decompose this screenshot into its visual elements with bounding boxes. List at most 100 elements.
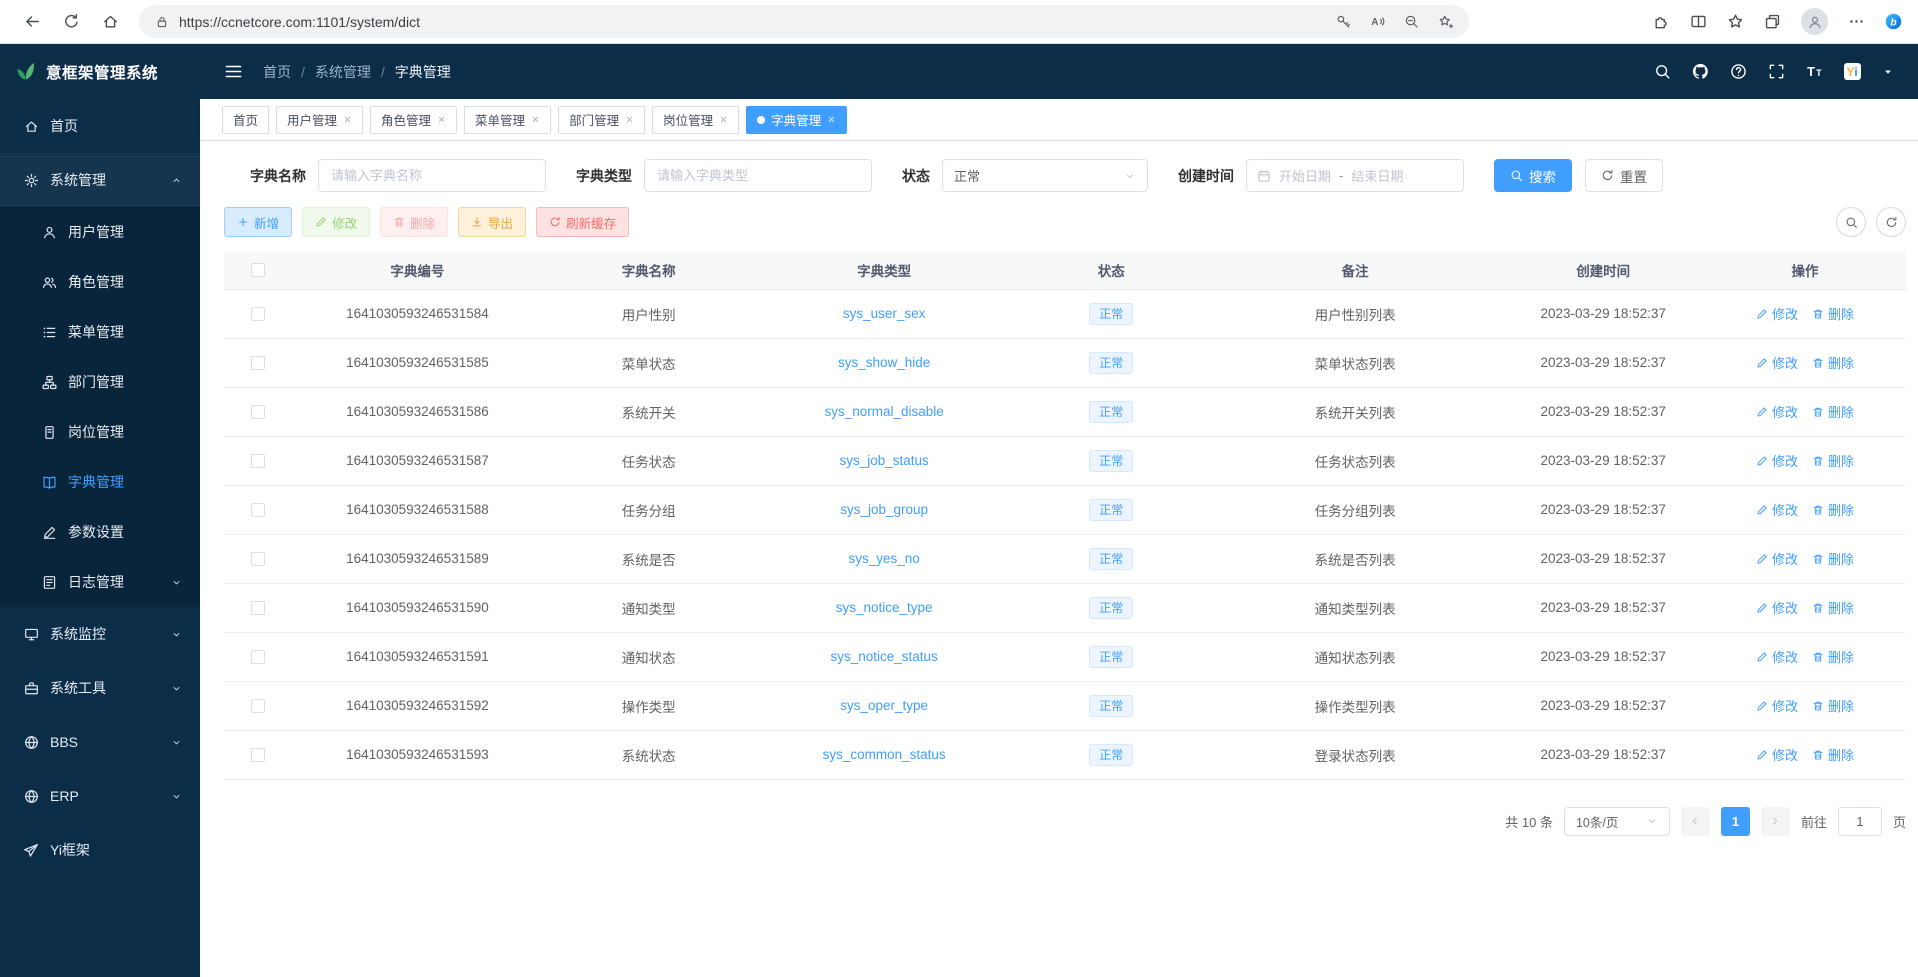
- collections-icon[interactable]: [1764, 13, 1781, 30]
- row-edit-link[interactable]: 修改: [1756, 549, 1798, 568]
- tab-dept[interactable]: 部门管理: [558, 106, 645, 134]
- split-screen-icon[interactable]: [1690, 13, 1707, 30]
- prev-page-button[interactable]: [1681, 807, 1710, 836]
- toggle-search-button[interactable]: [1836, 207, 1866, 237]
- dict-type-link[interactable]: sys_job_status: [840, 453, 929, 468]
- row-edit-link[interactable]: 修改: [1756, 353, 1798, 372]
- sidebar-item-user-management[interactable]: 用户管理: [0, 207, 200, 257]
- sidebar-item-post-management[interactable]: 岗位管理: [0, 407, 200, 457]
- dict-type-link[interactable]: sys_user_sex: [843, 306, 926, 321]
- dict-name-input[interactable]: [318, 159, 546, 192]
- dict-type-link[interactable]: sys_common_status: [823, 747, 946, 762]
- row-edit-link[interactable]: 修改: [1756, 500, 1798, 519]
- sidebar-item-dept-management[interactable]: 部门管理: [0, 357, 200, 407]
- tab-menu[interactable]: 菜单管理: [464, 106, 551, 134]
- row-checkbox[interactable]: [251, 650, 265, 664]
- export-button[interactable]: 导出: [458, 207, 526, 237]
- extensions-icon[interactable]: [1653, 13, 1670, 30]
- tab-close-icon[interactable]: [719, 115, 728, 124]
- password-manager-icon[interactable]: [1336, 14, 1351, 29]
- tab-close-icon[interactable]: [531, 115, 540, 124]
- row-checkbox[interactable]: [251, 356, 265, 370]
- dict-type-input[interactable]: [644, 159, 872, 192]
- tab-close-icon[interactable]: [437, 115, 446, 124]
- dict-type-link[interactable]: sys_normal_disable: [825, 404, 944, 419]
- sidebar-item-role-management[interactable]: 角色管理: [0, 257, 200, 307]
- search-button[interactable]: 搜索: [1494, 159, 1572, 192]
- refresh-cache-button[interactable]: 刷新缓存: [536, 207, 629, 237]
- row-checkbox[interactable]: [251, 552, 265, 566]
- dict-type-link[interactable]: sys_yes_no: [849, 551, 920, 566]
- row-delete-link[interactable]: 删除: [1812, 451, 1854, 470]
- row-edit-link[interactable]: 修改: [1756, 402, 1798, 421]
- font-size-icon[interactable]: TT: [1806, 63, 1823, 80]
- page-size-select[interactable]: 10条/页: [1564, 807, 1670, 836]
- row-checkbox[interactable]: [251, 405, 265, 419]
- dict-type-link[interactable]: sys_job_group: [840, 502, 928, 517]
- row-edit-link[interactable]: 修改: [1756, 304, 1798, 323]
- sidebar-item-dict-management[interactable]: 字典管理: [0, 457, 200, 507]
- tab-role[interactable]: 角色管理: [370, 106, 457, 134]
- sidebar-item-log-management[interactable]: 日志管理: [0, 557, 200, 607]
- user-avatar[interactable]: Yi: [1844, 63, 1861, 80]
- sidebar-item-yi-framework[interactable]: Yi框架: [0, 823, 200, 877]
- tab-close-icon[interactable]: [625, 115, 634, 124]
- tab-dict[interactable]: 字典管理: [746, 106, 847, 134]
- add-favorite-icon[interactable]: [1438, 14, 1453, 29]
- row-delete-link[interactable]: 删除: [1812, 647, 1854, 666]
- next-page-button[interactable]: [1761, 807, 1790, 836]
- edit-button[interactable]: 修改: [302, 207, 370, 237]
- dict-type-link[interactable]: sys_notice_status: [831, 649, 938, 664]
- sidebar-item-param-settings[interactable]: 参数设置: [0, 507, 200, 557]
- sidebar-item-erp[interactable]: ERP: [0, 769, 200, 823]
- sidebar-item-system-tools[interactable]: 系统工具: [0, 661, 200, 715]
- reset-button[interactable]: 重置: [1585, 159, 1663, 192]
- browser-back-button[interactable]: [14, 4, 51, 40]
- tab-home[interactable]: 首页: [222, 106, 269, 134]
- row-delete-link[interactable]: 删除: [1812, 696, 1854, 715]
- row-delete-link[interactable]: 删除: [1812, 745, 1854, 764]
- row-edit-link[interactable]: 修改: [1756, 647, 1798, 666]
- row-checkbox[interactable]: [251, 748, 265, 762]
- goto-page-input[interactable]: [1838, 807, 1882, 836]
- help-icon[interactable]: [1730, 63, 1747, 80]
- row-delete-link[interactable]: 删除: [1812, 500, 1854, 519]
- select-all-checkbox[interactable]: [251, 263, 265, 277]
- row-checkbox[interactable]: [251, 454, 265, 468]
- browser-profile-avatar[interactable]: [1801, 8, 1828, 35]
- sidebar-item-system-management[interactable]: 系统管理: [0, 153, 200, 207]
- delete-button[interactable]: 删除: [380, 207, 448, 237]
- row-delete-link[interactable]: 删除: [1812, 353, 1854, 372]
- row-edit-link[interactable]: 修改: [1756, 696, 1798, 715]
- row-checkbox[interactable]: [251, 699, 265, 713]
- sidebar-toggle-icon[interactable]: [224, 62, 243, 81]
- navbar-search-icon[interactable]: [1654, 63, 1671, 80]
- row-edit-link[interactable]: 修改: [1756, 598, 1798, 617]
- tab-user[interactable]: 用户管理: [276, 106, 363, 134]
- row-checkbox[interactable]: [251, 601, 265, 615]
- browser-home-button[interactable]: [92, 4, 129, 40]
- sidebar-item-bbs[interactable]: BBS: [0, 715, 200, 769]
- dict-type-link[interactable]: sys_notice_type: [836, 600, 933, 615]
- fullscreen-icon[interactable]: [1768, 63, 1785, 80]
- row-delete-link[interactable]: 删除: [1812, 598, 1854, 617]
- row-edit-link[interactable]: 修改: [1756, 745, 1798, 764]
- dict-type-link[interactable]: sys_oper_type: [840, 698, 928, 713]
- zoom-out-icon[interactable]: [1404, 14, 1419, 29]
- current-page-number[interactable]: 1: [1721, 807, 1750, 836]
- refresh-table-button[interactable]: [1876, 207, 1906, 237]
- status-select[interactable]: 正常: [942, 159, 1148, 192]
- address-bar[interactable]: https://ccnetcore.com:1101/system/dict A: [139, 5, 1469, 38]
- sidebar-item-menu-management[interactable]: 菜单管理: [0, 307, 200, 357]
- tab-post[interactable]: 岗位管理: [652, 106, 739, 134]
- row-checkbox[interactable]: [251, 503, 265, 517]
- user-menu-caret-icon[interactable]: [1882, 66, 1894, 78]
- row-delete-link[interactable]: 删除: [1812, 304, 1854, 323]
- sidebar-item-system-monitor[interactable]: 系统监控: [0, 607, 200, 661]
- row-delete-link[interactable]: 删除: [1812, 549, 1854, 568]
- dict-type-link[interactable]: sys_show_hide: [838, 355, 930, 370]
- tab-close-icon[interactable]: [827, 115, 836, 124]
- browser-refresh-button[interactable]: [53, 4, 90, 40]
- row-checkbox[interactable]: [251, 307, 265, 321]
- bing-discover-icon[interactable]: b: [1885, 13, 1902, 30]
